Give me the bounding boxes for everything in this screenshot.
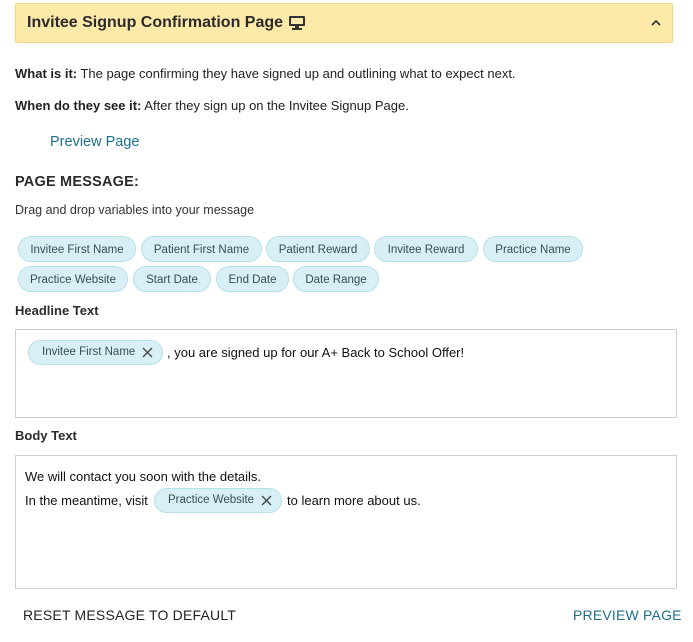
chevron-up-icon[interactable]	[650, 18, 662, 28]
body-editor[interactable]: We will contact you soon with the detail…	[15, 455, 677, 589]
when-text: After they sign up on the Invitee Signup…	[141, 98, 409, 113]
when-seen: When do they see it: After they sign up …	[15, 98, 409, 113]
variable-chip[interactable]: Practice Name	[483, 236, 583, 262]
headline-variable-chip[interactable]: Invitee First Name	[28, 340, 163, 365]
body-line-2-end: to learn more about us.	[287, 493, 421, 508]
what-text: The page confirming they have signed up …	[77, 66, 516, 81]
what-is-it: What is it: The page confirming they hav…	[15, 66, 516, 81]
headline-label: Headline Text	[15, 303, 99, 318]
variable-chip[interactable]: Practice Website	[18, 266, 128, 292]
section-title: Invitee Signup Confirmation Page	[27, 14, 284, 31]
section-header[interactable]: Invitee Signup Confirmation Page	[15, 3, 673, 43]
close-icon[interactable]	[142, 347, 153, 358]
variable-chip[interactable]: Patient Reward	[266, 236, 370, 262]
preview-page-button[interactable]: PREVIEW PAGE	[573, 607, 682, 623]
variable-chip[interactable]: Invitee Reward	[374, 236, 478, 262]
monitor-icon	[289, 16, 305, 30]
when-label: When do they see it:	[15, 98, 142, 113]
page-message-title: PAGE MESSAGE:	[15, 174, 139, 190]
headline-text: , you are signed up for our A+ Back to S…	[167, 345, 465, 360]
variable-chip[interactable]: Invitee First Name	[18, 236, 136, 262]
variable-chip[interactable]: Patient First Name	[141, 236, 262, 262]
preview-page-link[interactable]: Preview Page	[50, 134, 139, 150]
body-variable-chip[interactable]: Practice Website	[154, 488, 282, 513]
drag-hint: Drag and drop variables into your messag…	[15, 203, 255, 217]
variable-chip[interactable]: Start Date	[133, 266, 211, 292]
variable-chip[interactable]: End Date	[216, 266, 289, 292]
body-line-2-start: In the meantime, visit	[25, 493, 148, 508]
headline-editor[interactable]: Invitee First Name , you are signed up f…	[15, 329, 677, 418]
body-line-1: We will contact you soon with the detail…	[25, 469, 262, 484]
body-label: Body Text	[15, 428, 77, 443]
what-label: What is it:	[15, 66, 78, 81]
body-chip-label: Practice Website	[168, 494, 255, 506]
reset-message-button[interactable]: RESET MESSAGE TO DEFAULT	[23, 607, 236, 623]
headline-chip-label: Invitee First Name	[42, 346, 136, 358]
close-icon[interactable]	[261, 495, 272, 506]
variable-chip[interactable]: Date Range	[293, 266, 379, 292]
